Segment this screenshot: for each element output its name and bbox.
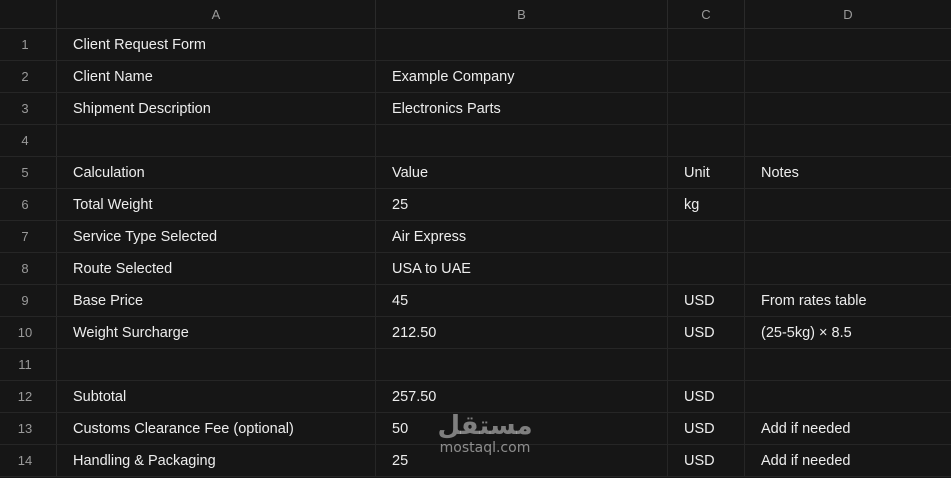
table-row: 3 Shipment Description Electronics Parts: [0, 93, 951, 125]
cell-c5[interactable]: Unit: [668, 157, 745, 188]
cell-c2[interactable]: [668, 61, 745, 92]
cell-d13[interactable]: Add if needed: [745, 413, 951, 444]
cell-d1[interactable]: [745, 29, 951, 60]
select-all-corner[interactable]: [0, 0, 57, 28]
cell-d4[interactable]: [745, 125, 951, 156]
cell-c7[interactable]: [668, 221, 745, 252]
table-row: 8 Route Selected USA to UAE: [0, 253, 951, 285]
cell-c9[interactable]: USD: [668, 285, 745, 316]
row-number[interactable]: 3: [0, 93, 57, 124]
cell-b8[interactable]: USA to UAE: [376, 253, 668, 284]
cell-c3[interactable]: [668, 93, 745, 124]
cell-b7[interactable]: Air Express: [376, 221, 668, 252]
table-row: 13 Customs Clearance Fee (optional) 50 U…: [0, 413, 951, 445]
cell-d12[interactable]: [745, 381, 951, 412]
cell-b3[interactable]: Electronics Parts: [376, 93, 668, 124]
cell-d2[interactable]: [745, 61, 951, 92]
cell-c14[interactable]: USD: [668, 445, 745, 476]
table-row: 6 Total Weight 25 kg: [0, 189, 951, 221]
table-row: 12 Subtotal 257.50 USD: [0, 381, 951, 413]
cell-a3[interactable]: Shipment Description: [57, 93, 376, 124]
cell-b4[interactable]: [376, 125, 668, 156]
cell-b11[interactable]: [376, 349, 668, 380]
column-header-b[interactable]: B: [376, 0, 668, 28]
table-row: 4: [0, 125, 951, 157]
cell-b9[interactable]: 45: [376, 285, 668, 316]
row-number[interactable]: 14: [0, 445, 57, 476]
table-row: 10 Weight Surcharge 212.50 USD (25-5kg) …: [0, 317, 951, 349]
table-row: 7 Service Type Selected Air Express: [0, 221, 951, 253]
row-number[interactable]: 1: [0, 29, 57, 60]
cell-c11[interactable]: [668, 349, 745, 380]
cell-d7[interactable]: [745, 221, 951, 252]
column-header-row: A B C D: [0, 0, 951, 29]
cell-a7[interactable]: Service Type Selected: [57, 221, 376, 252]
cell-b6[interactable]: 25: [376, 189, 668, 220]
cell-d14[interactable]: Add if needed: [745, 445, 951, 476]
cell-a14[interactable]: Handling & Packaging: [57, 445, 376, 476]
row-number[interactable]: 8: [0, 253, 57, 284]
cell-a11[interactable]: [57, 349, 376, 380]
cell-c6[interactable]: kg: [668, 189, 745, 220]
column-header-d[interactable]: D: [745, 0, 951, 28]
cell-b13[interactable]: 50: [376, 413, 668, 444]
cell-a8[interactable]: Route Selected: [57, 253, 376, 284]
cell-b2[interactable]: Example Company: [376, 61, 668, 92]
column-header-a[interactable]: A: [57, 0, 376, 28]
cell-a9[interactable]: Base Price: [57, 285, 376, 316]
cell-a2[interactable]: Client Name: [57, 61, 376, 92]
cell-c10[interactable]: USD: [668, 317, 745, 348]
cell-b12[interactable]: 257.50: [376, 381, 668, 412]
grid-body: 1 Client Request Form 2 Client Name Exam…: [0, 29, 951, 477]
spreadsheet: A B C D 1 Client Request Form 2 Client N…: [0, 0, 951, 478]
row-number[interactable]: 11: [0, 349, 57, 380]
cell-a13[interactable]: Customs Clearance Fee (optional): [57, 413, 376, 444]
cell-d10[interactable]: (25-5kg) × 8.5: [745, 317, 951, 348]
cell-d9[interactable]: From rates table: [745, 285, 951, 316]
cell-d11[interactable]: [745, 349, 951, 380]
cell-a5[interactable]: Calculation: [57, 157, 376, 188]
cell-b14[interactable]: 25: [376, 445, 668, 476]
row-number[interactable]: 10: [0, 317, 57, 348]
row-number[interactable]: 9: [0, 285, 57, 316]
table-row: 11: [0, 349, 951, 381]
cell-a1[interactable]: Client Request Form: [57, 29, 376, 60]
cell-c4[interactable]: [668, 125, 745, 156]
row-number[interactable]: 5: [0, 157, 57, 188]
cell-c8[interactable]: [668, 253, 745, 284]
cell-d3[interactable]: [745, 93, 951, 124]
table-row: 1 Client Request Form: [0, 29, 951, 61]
row-number[interactable]: 13: [0, 413, 57, 444]
cell-c12[interactable]: USD: [668, 381, 745, 412]
cell-a12[interactable]: Subtotal: [57, 381, 376, 412]
row-number[interactable]: 4: [0, 125, 57, 156]
cell-b10[interactable]: 212.50: [376, 317, 668, 348]
table-row: 9 Base Price 45 USD From rates table: [0, 285, 951, 317]
cell-b5[interactable]: Value: [376, 157, 668, 188]
row-number[interactable]: 12: [0, 381, 57, 412]
cell-d8[interactable]: [745, 253, 951, 284]
table-row: 2 Client Name Example Company: [0, 61, 951, 93]
cell-c1[interactable]: [668, 29, 745, 60]
cell-c13[interactable]: USD: [668, 413, 745, 444]
cell-a6[interactable]: Total Weight: [57, 189, 376, 220]
cell-a10[interactable]: Weight Surcharge: [57, 317, 376, 348]
row-number[interactable]: 7: [0, 221, 57, 252]
table-row: 5 Calculation Value Unit Notes: [0, 157, 951, 189]
cell-a4[interactable]: [57, 125, 376, 156]
table-row: 14 Handling & Packaging 25 USD Add if ne…: [0, 445, 951, 477]
column-header-c[interactable]: C: [668, 0, 745, 28]
cell-d6[interactable]: [745, 189, 951, 220]
cell-b1[interactable]: [376, 29, 668, 60]
row-number[interactable]: 2: [0, 61, 57, 92]
row-number[interactable]: 6: [0, 189, 57, 220]
cell-d5[interactable]: Notes: [745, 157, 951, 188]
